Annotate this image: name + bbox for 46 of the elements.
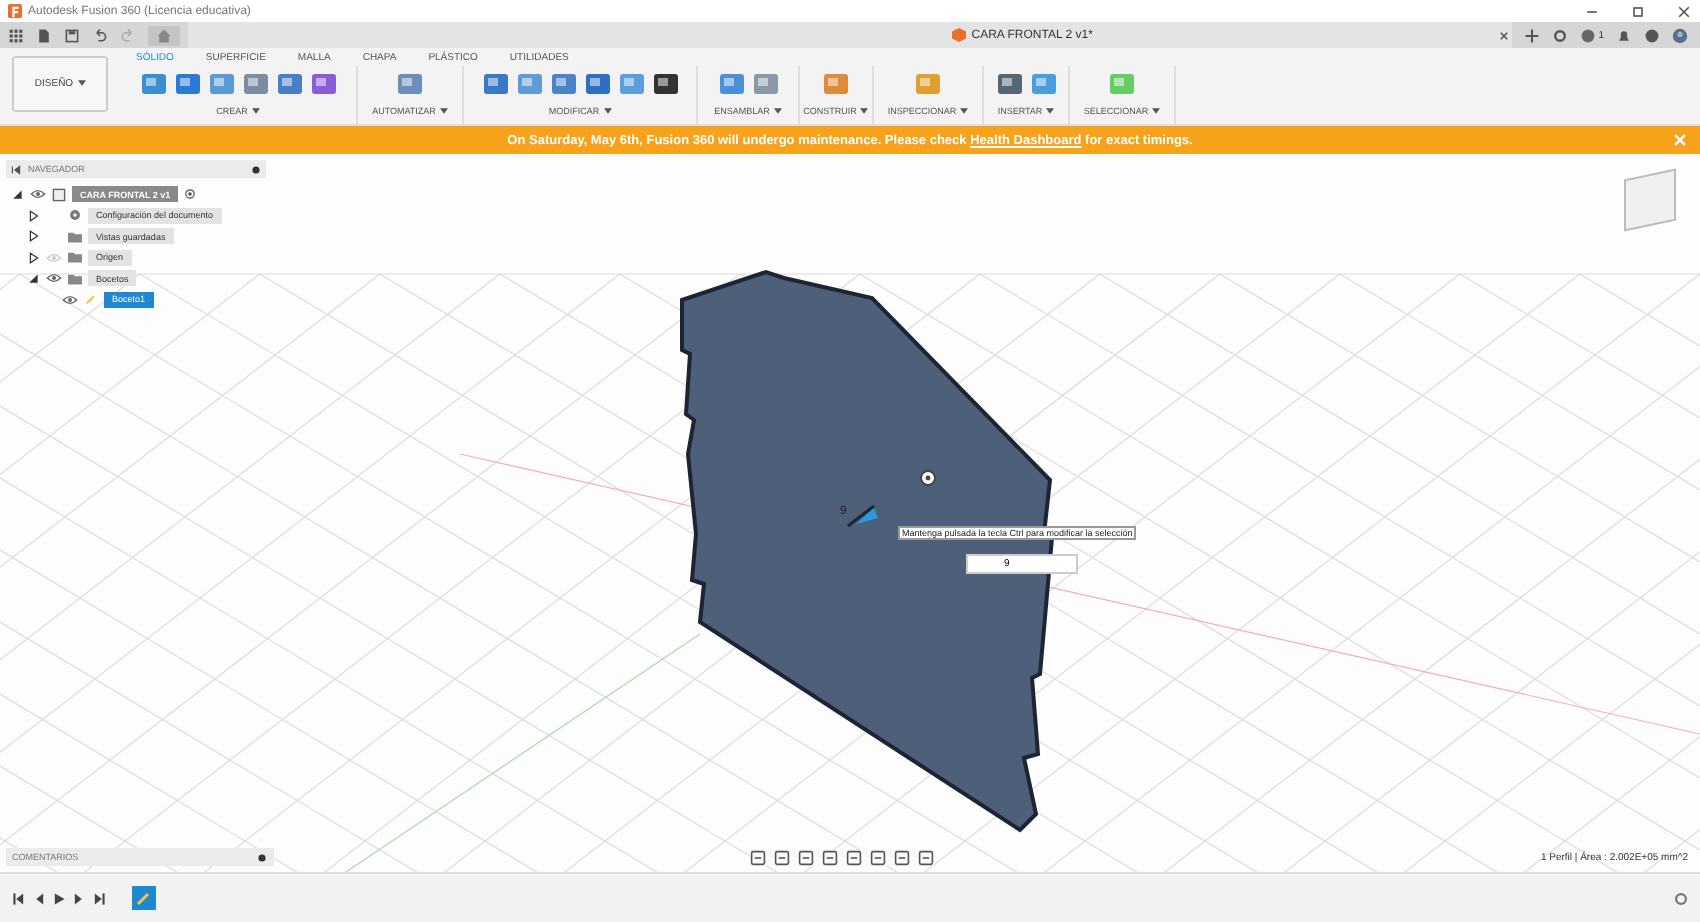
- sketch-icon: [84, 292, 98, 307]
- tool-icon[interactable]: [651, 70, 679, 98]
- caret-icon: [960, 108, 969, 115]
- grid-menu-icon[interactable]: [8, 27, 24, 43]
- maximize-icon[interactable]: [1630, 3, 1646, 19]
- file-icon[interactable]: [36, 27, 52, 43]
- close-icon[interactable]: [1676, 3, 1692, 19]
- expand-arrow-icon[interactable]: [28, 251, 40, 264]
- undo-icon[interactable]: [92, 27, 108, 43]
- bell-icon[interactable]: [1616, 27, 1632, 43]
- avatar-icon[interactable]: [1672, 27, 1688, 43]
- document-icon: [52, 187, 66, 202]
- timeline-first-icon[interactable]: [12, 891, 26, 905]
- rotate-handle-icon[interactable]: [920, 470, 936, 486]
- caret-icon: [603, 108, 612, 115]
- expand-arrow-icon[interactable]: [28, 230, 40, 243]
- caret-icon: [77, 80, 86, 87]
- collapse-icon[interactable]: [10, 163, 22, 175]
- move-arrow-icon[interactable]: [847, 504, 878, 528]
- gear-icon: [68, 208, 82, 223]
- tool-icon[interactable]: [995, 70, 1023, 98]
- collapse-arrow-icon[interactable]: [12, 188, 24, 201]
- settings-icon[interactable]: [1674, 891, 1688, 905]
- add-comment-icon[interactable]: [256, 851, 268, 863]
- expand-arrow-icon[interactable]: [28, 209, 40, 222]
- refresh-icon[interactable]: [1552, 27, 1569, 43]
- collapse-arrow-icon[interactable]: [28, 272, 40, 285]
- timeline-next-icon[interactable]: [72, 891, 86, 905]
- radio-icon[interactable]: [184, 188, 197, 201]
- eye-icon[interactable]: [46, 272, 62, 285]
- eye-icon[interactable]: [62, 293, 78, 306]
- caret-icon: [251, 108, 260, 115]
- timeline-prev-icon[interactable]: [32, 891, 46, 905]
- caret-icon: [439, 108, 448, 115]
- caret-icon: [860, 108, 869, 115]
- pin-icon[interactable]: [250, 163, 262, 175]
- cube-icon: [951, 28, 966, 42]
- new-tab-icon[interactable]: [1524, 27, 1541, 43]
- caret-icon: [1152, 108, 1161, 115]
- close-tab-icon[interactable]: [1496, 27, 1513, 43]
- caret-icon: [1046, 108, 1055, 115]
- caret-icon: [773, 108, 782, 115]
- eye-icon[interactable]: [30, 188, 46, 201]
- timeline-last-icon[interactable]: [92, 891, 106, 905]
- timeline-play-icon[interactable]: [52, 891, 66, 905]
- save-icon[interactable]: [64, 27, 80, 43]
